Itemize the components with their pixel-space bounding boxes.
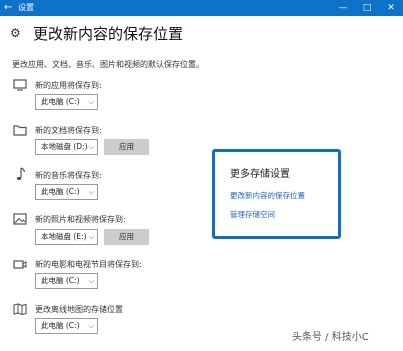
photos-save-dropdown[interactable]: 本地磁盘 (E:) ⌵ bbox=[35, 229, 98, 245]
video-camera-icon bbox=[12, 257, 28, 270]
music-note-icon bbox=[12, 166, 28, 180]
chevron-down-icon: ⌵ bbox=[88, 143, 94, 151]
more-storage-title: 更多存储设置 bbox=[230, 169, 290, 180]
manage-storage-link[interactable]: 管理存储空间 bbox=[230, 210, 275, 220]
movies-save-value: 此电脑 (C:) bbox=[41, 276, 80, 285]
window-title: 设置 bbox=[18, 3, 34, 12]
change-save-location-link[interactable]: 更改新内容的保存位置 bbox=[230, 191, 305, 201]
back-arrow-icon[interactable]: ← bbox=[4, 1, 12, 14]
map-icon bbox=[12, 302, 28, 315]
music-save-dropdown[interactable]: 此电脑 (C:) ⌵ bbox=[35, 184, 98, 200]
music-save-label: 新的音乐将保存到: bbox=[35, 171, 102, 180]
maximize-icon[interactable]: □ bbox=[356, 0, 378, 16]
maps-storage-value: 此电脑 (C:) bbox=[41, 321, 80, 330]
documents-save-value: 本地磁盘 (D:) bbox=[41, 142, 88, 151]
movies-save-label: 新的电影和电视节目将保存到: bbox=[35, 260, 142, 269]
folder-icon bbox=[12, 123, 28, 136]
picture-icon bbox=[12, 212, 28, 225]
maps-storage-dropdown[interactable]: 此电脑 (C:) ⌵ bbox=[35, 318, 98, 334]
close-icon[interactable]: ✕ bbox=[380, 0, 402, 16]
music-save-value: 此电脑 (C:) bbox=[41, 187, 80, 196]
documents-save-label: 新的文档将保存到: bbox=[35, 126, 102, 135]
photos-save-label: 新的照片和视频将保存到: bbox=[35, 215, 126, 224]
watermark-text: 头条号 / 科技小C bbox=[292, 332, 369, 343]
documents-save-dropdown[interactable]: 本地磁盘 (D:) ⌵ bbox=[35, 139, 98, 155]
chevron-down-icon: ⌵ bbox=[88, 188, 94, 196]
gear-icon: ⚙ bbox=[10, 26, 21, 40]
page-title: 更改新内容的保存位置 bbox=[33, 25, 184, 43]
photos-save-value: 本地磁盘 (E:) bbox=[41, 232, 87, 241]
apps-save-dropdown[interactable]: 此电脑 (C:) ⌵ bbox=[35, 94, 98, 110]
minimize-icon[interactable]: — bbox=[332, 0, 354, 16]
photos-apply-button[interactable]: 应用 bbox=[104, 229, 149, 245]
maps-storage-label: 更改离线地图的存储位置 bbox=[35, 305, 123, 314]
chevron-down-icon: ⌵ bbox=[88, 233, 94, 241]
more-storage-settings-panel: 更多存储设置 更改新内容的保存位置 管理存储空间 bbox=[212, 149, 341, 239]
page-description: 更改应用、文档、音乐、图片和视频的默认保存位置。 bbox=[12, 60, 204, 69]
apps-save-label: 新的应用将保存到: bbox=[35, 81, 102, 90]
title-bar: ← 设置 — □ ✕ bbox=[0, 0, 403, 16]
chevron-down-icon: ⌵ bbox=[88, 277, 94, 285]
monitor-icon bbox=[12, 78, 28, 91]
documents-apply-button[interactable]: 应用 bbox=[104, 139, 149, 155]
chevron-down-icon: ⌵ bbox=[88, 322, 94, 330]
movies-save-dropdown[interactable]: 此电脑 (C:) ⌵ bbox=[35, 273, 98, 289]
chevron-down-icon: ⌵ bbox=[88, 98, 94, 106]
apps-save-value: 此电脑 (C:) bbox=[41, 97, 80, 106]
